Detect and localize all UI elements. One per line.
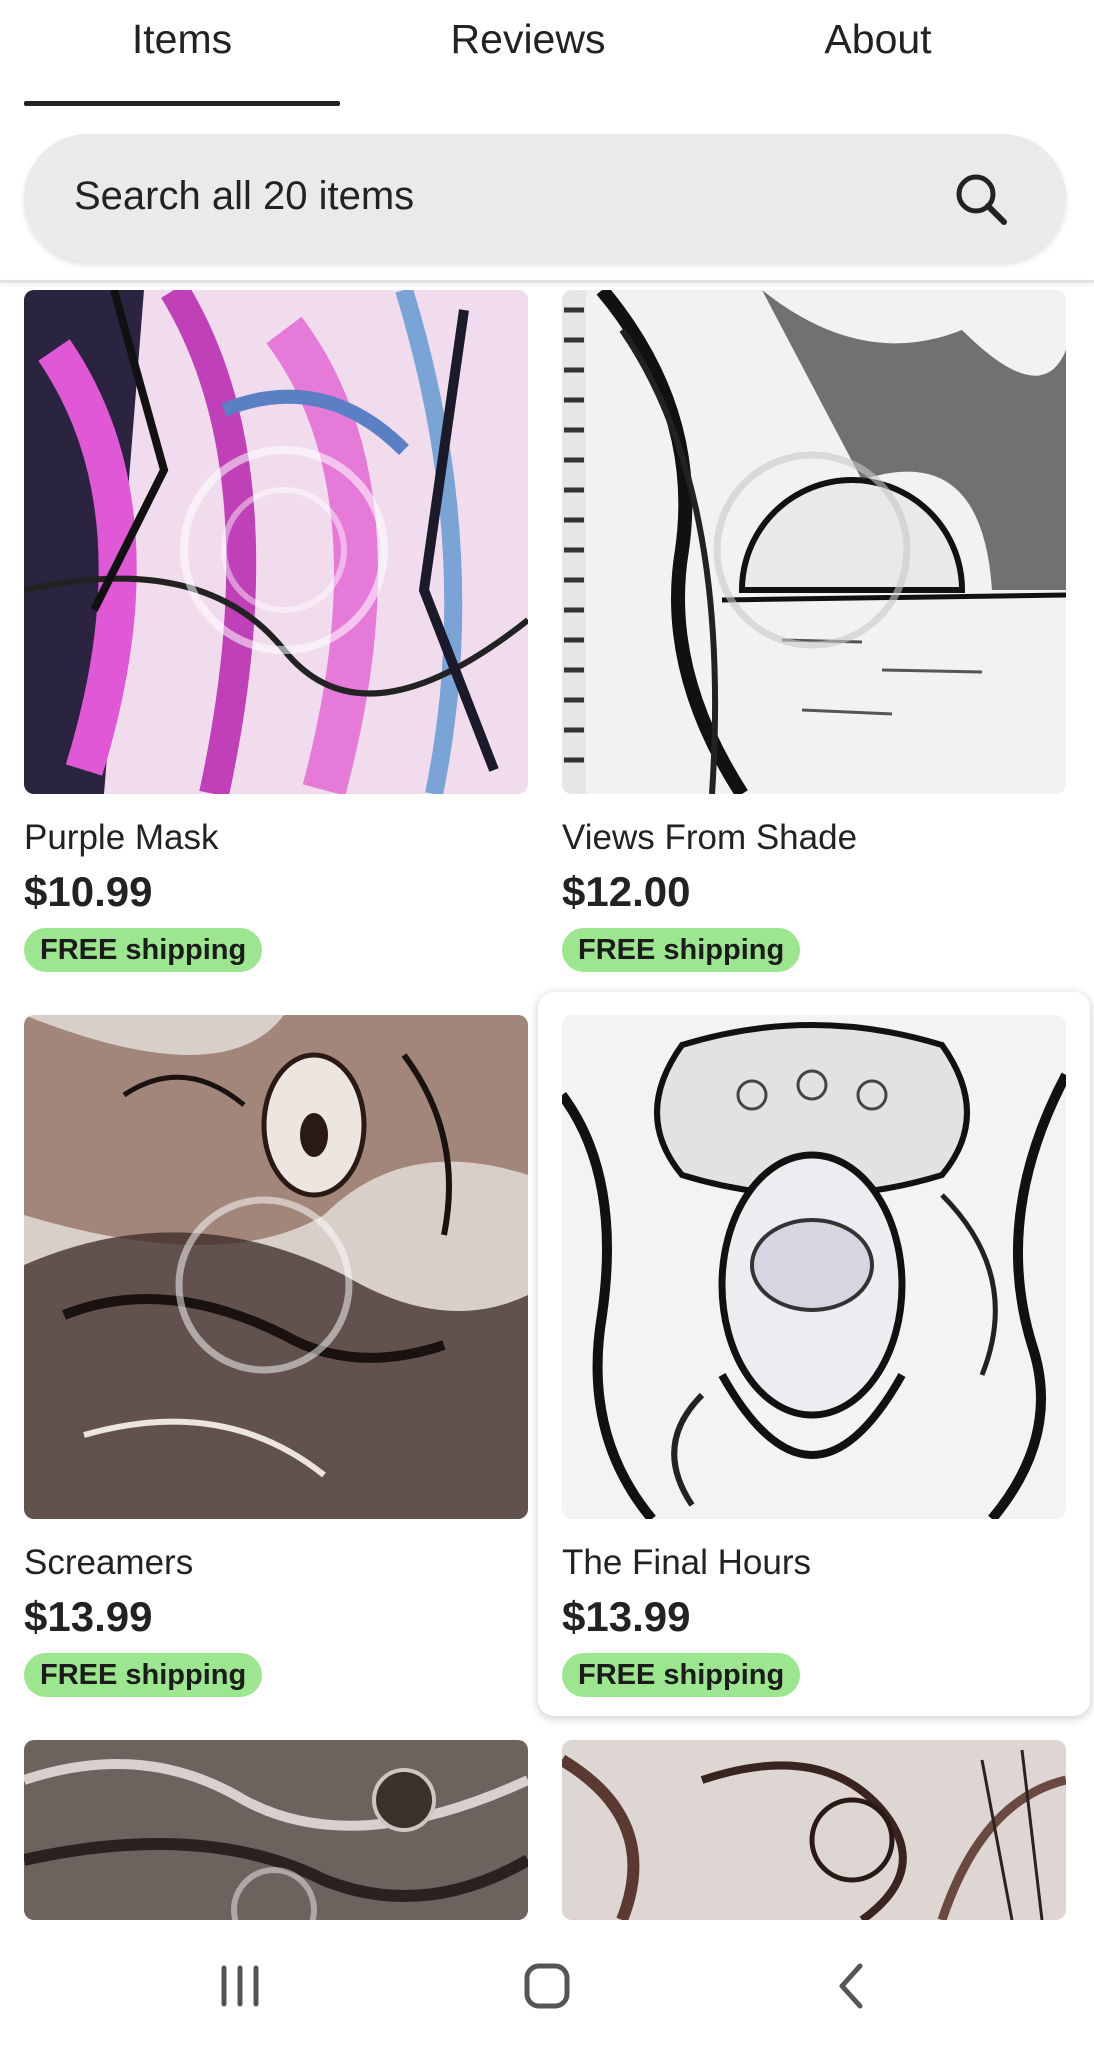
listing-title[interactable]: Purple Mask <box>24 818 219 858</box>
listing-title[interactable]: Views From Shade <box>562 818 857 858</box>
listing-image[interactable] <box>562 1015 1066 1519</box>
listing-card[interactable]: Screamers $13.99 FREE shipping <box>24 1015 528 1715</box>
listing-image[interactable] <box>24 1015 528 1519</box>
shop-tabs: Items Reviews About <box>0 0 1094 110</box>
listing-price: $12.00 <box>562 868 691 915</box>
listing-card[interactable]: Purple Mask $10.99 FREE shipping <box>24 290 528 990</box>
tab-items[interactable]: Items <box>24 14 340 74</box>
listing-image[interactable] <box>24 1740 528 1920</box>
system-navigation-bar <box>0 1922 1094 2048</box>
listing-image[interactable] <box>562 1740 1066 1920</box>
active-tab-indicator <box>24 101 340 106</box>
back-icon[interactable] <box>812 1954 892 2018</box>
listing-title[interactable]: Screamers <box>24 1543 193 1583</box>
free-shipping-badge: FREE shipping <box>24 1653 263 1697</box>
free-shipping-badge: FREE shipping <box>24 928 263 972</box>
search-icon[interactable] <box>952 170 1010 228</box>
listing-card[interactable] <box>562 1740 1066 1920</box>
listing-title[interactable]: The Final Hours <box>562 1543 811 1583</box>
listing-image[interactable] <box>24 290 528 794</box>
search-input[interactable]: Search all 20 items <box>24 134 1066 262</box>
free-shipping-badge: FREE shipping <box>562 928 801 972</box>
tab-reviews[interactable]: Reviews <box>370 14 686 74</box>
free-shipping-badge: FREE shipping <box>562 1653 801 1697</box>
listing-card-selected[interactable]: The Final Hours $13.99 FREE shipping <box>538 992 1090 1716</box>
home-icon[interactable] <box>507 1954 587 2018</box>
listing-price: $13.99 <box>562 1593 691 1640</box>
search-placeholder: Search all 20 items <box>74 174 415 218</box>
recent-apps-icon[interactable] <box>200 1954 280 2018</box>
listing-card[interactable] <box>24 1740 528 1920</box>
listing-image[interactable] <box>562 290 1066 794</box>
header-divider <box>0 280 1094 283</box>
listing-card[interactable]: Views From Shade $12.00 FREE shipping <box>562 290 1066 990</box>
tab-about[interactable]: About <box>720 14 1036 74</box>
listing-price: $13.99 <box>24 1593 153 1640</box>
listing-price: $10.99 <box>24 868 153 915</box>
